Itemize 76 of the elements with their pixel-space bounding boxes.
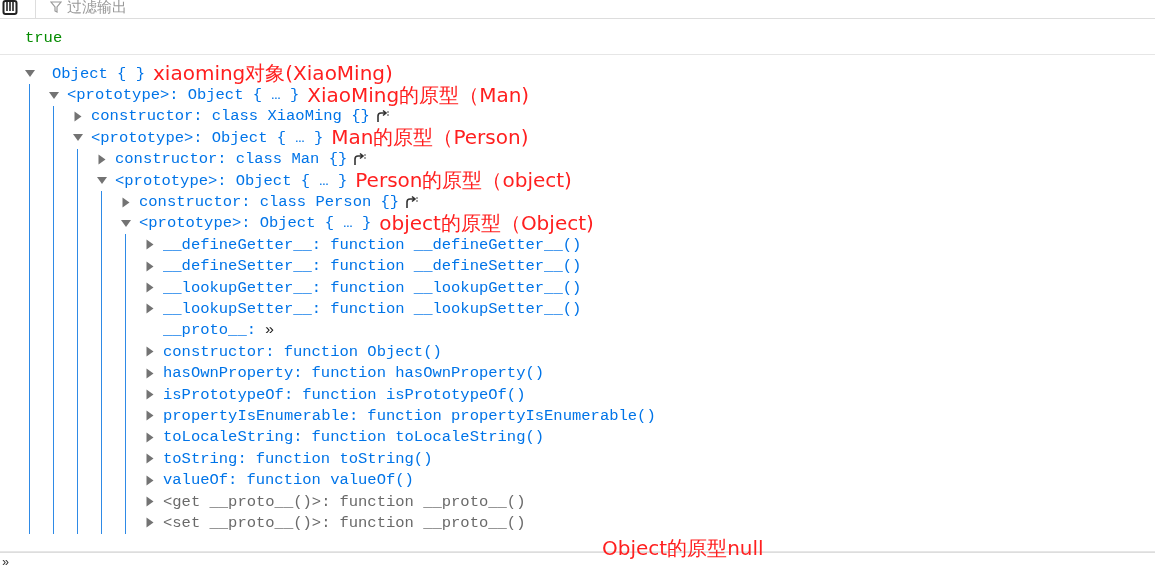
property-key: <prototype>: — [115, 171, 227, 190]
property-value: Object { … } — [259, 214, 372, 233]
property-key: __lookupSetter__: — [163, 300, 322, 318]
log-value: true — [25, 29, 63, 47]
property-key: <get __proto__()>: — [163, 492, 331, 511]
property-value: function toString() — [255, 449, 433, 468]
collapse-arrow-icon[interactable] — [25, 70, 35, 78]
annotation: xiaoming对象(XiaoMing) — [153, 60, 393, 87]
expand-arrow-icon[interactable] — [146, 410, 154, 421]
collapse-arrow-icon[interactable] — [49, 91, 59, 99]
property-key: __proto__: — [163, 321, 256, 340]
property-value: class Man {} — [235, 150, 348, 169]
property-value: function __proto__() — [339, 513, 526, 532]
property-value: function isPrototypeOf() — [302, 385, 526, 404]
property-key: __defineGetter__: — [163, 235, 322, 254]
property-key: __lookupGetter__: — [163, 278, 322, 297]
property-value: function valueOf() — [246, 471, 414, 490]
expand-arrow-icon[interactable] — [146, 239, 154, 250]
property-value: function __lookupGetter__() — [330, 278, 582, 297]
property-key: constructor: — [115, 150, 227, 169]
expand-arrow-icon[interactable] — [122, 197, 130, 208]
filter-icon — [50, 1, 62, 13]
property-value: class Person {} — [259, 193, 400, 212]
property-value: function __lookupSetter__() — [330, 300, 582, 318]
property-value: function Object() — [283, 342, 442, 361]
property-key: constructor: — [91, 107, 203, 126]
property-value: function __proto__() — [339, 492, 526, 511]
expand-arrow-icon[interactable] — [146, 346, 154, 357]
proto-link[interactable]: » — [265, 321, 275, 340]
annotation: Object的原型null — [602, 535, 764, 562]
property-key: <prototype>: — [139, 214, 251, 233]
property-value: function __defineSetter__() — [330, 257, 582, 276]
property-key: <set __proto__()>: — [163, 513, 331, 532]
expand-arrow-icon[interactable] — [146, 496, 154, 507]
jump-to-definition-icon[interactable] — [375, 109, 389, 124]
expand-arrow-icon[interactable] — [146, 368, 154, 379]
expand-arrow-icon[interactable] — [98, 154, 106, 165]
annotation: Person的原型（object) — [355, 167, 572, 195]
property-value: Object { … } — [235, 171, 348, 190]
property-key: constructor: — [163, 342, 275, 361]
expand-arrow-icon[interactable] — [146, 517, 154, 528]
expand-arrow-icon[interactable] — [146, 475, 154, 486]
property-value: Object { … } — [187, 86, 300, 105]
expand-arrow-icon[interactable] — [74, 111, 82, 122]
object-value: Object { } — [52, 64, 145, 83]
property-key: <prototype>: — [91, 128, 203, 147]
jump-to-definition-icon[interactable] — [405, 195, 419, 210]
property-key: isPrototypeOf: — [163, 385, 294, 404]
property-key: hasOwnProperty: — [163, 364, 303, 383]
annotation: Man的原型（Person) — [331, 124, 529, 152]
annotation: object的原型（Object) — [379, 209, 594, 237]
property-value: class XiaoMing {} — [211, 107, 370, 126]
property-value: function __defineGetter__() — [330, 235, 582, 254]
expand-arrow-icon[interactable] — [146, 432, 154, 443]
jump-to-definition-icon[interactable] — [353, 152, 367, 167]
expand-arrow-icon[interactable] — [146, 304, 154, 314]
property-key: <prototype>: — [67, 86, 179, 105]
expand-arrow-icon[interactable] — [146, 389, 154, 400]
trash-icon[interactable] — [2, 0, 18, 16]
collapse-arrow-icon[interactable] — [97, 177, 107, 185]
property-key: propertyIsEnumerable: — [163, 406, 359, 425]
property-value: function toLocaleString() — [311, 428, 545, 447]
collapse-arrow-icon[interactable] — [73, 134, 83, 142]
expand-arrow-icon[interactable] — [146, 453, 154, 464]
property-key: __defineSetter__: — [163, 257, 322, 276]
console-prompt: » — [2, 556, 10, 570]
collapse-arrow-icon[interactable] — [121, 219, 131, 227]
property-key: toLocaleString: — [163, 428, 303, 447]
property-value: function hasOwnProperty() — [311, 364, 545, 383]
expand-arrow-icon[interactable] — [146, 261, 154, 272]
expand-arrow-icon[interactable] — [146, 282, 154, 293]
property-value: Object { … } — [211, 128, 324, 147]
property-key: constructor: — [139, 193, 251, 212]
property-value: function propertyIsEnumerable() — [367, 406, 656, 425]
property-key: valueOf: — [163, 471, 238, 490]
property-key: toString: — [163, 449, 247, 468]
